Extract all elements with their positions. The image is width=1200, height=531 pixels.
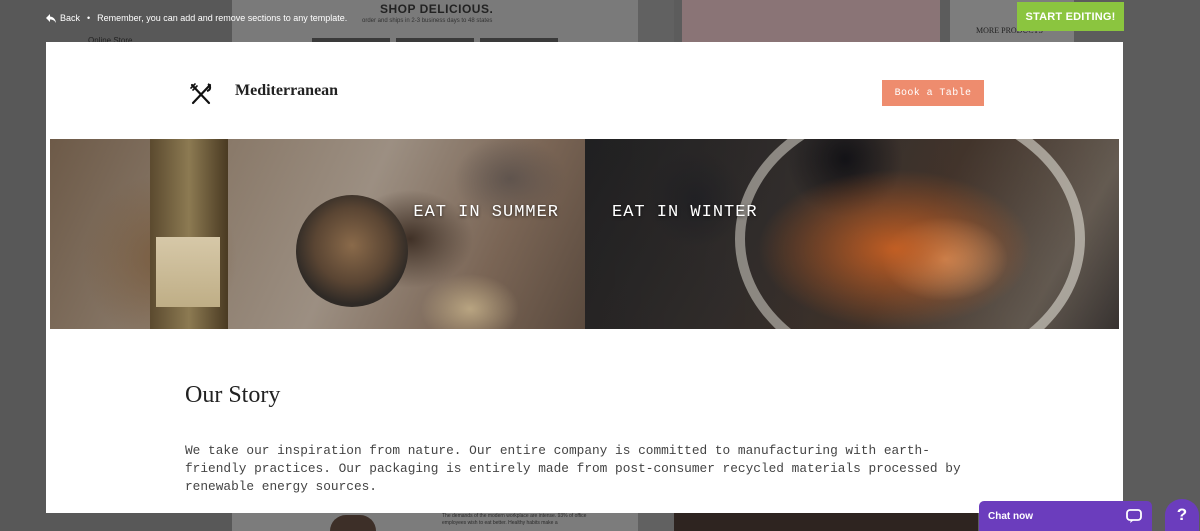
background-bottom-image <box>674 513 978 531</box>
back-button[interactable]: Back <box>46 13 80 23</box>
background-food-plate <box>330 515 376 531</box>
winter-image-shade <box>585 139 1119 329</box>
template-notice: Remember, you can add and remove section… <box>97 13 348 23</box>
story-heading: Our Story <box>185 382 281 408</box>
brand-name[interactable]: Mediterranean <box>235 82 338 100</box>
separator-dot: • <box>87 13 91 23</box>
start-editing-button[interactable]: START EDITING! <box>1017 2 1124 31</box>
hero-gallery: EAT IN SUMMER EAT IN WINTER <box>50 139 1119 329</box>
chat-bubble-icon <box>1126 508 1142 523</box>
summer-panel[interactable]: EAT IN SUMMER <box>50 139 585 329</box>
summer-cup-image <box>296 195 408 307</box>
preview-top-bar: Back • Remember, you can add and remove … <box>46 10 347 26</box>
chat-now-button[interactable]: Chat now <box>979 501 1152 531</box>
chat-label: Chat now <box>988 510 1033 522</box>
back-arrow-icon <box>46 13 56 23</box>
summer-jar-label <box>156 237 220 307</box>
winter-panel[interactable]: EAT IN WINTER <box>585 139 1119 329</box>
summer-panel-title: EAT IN SUMMER <box>413 203 559 222</box>
story-paragraph: We take our inspiration from nature. Our… <box>185 443 961 494</box>
back-label: Back <box>60 13 81 23</box>
background-pink-banner <box>682 0 940 42</box>
background-bottom-section: The demands of the modern workplace are … <box>232 513 638 531</box>
fork-knife-icon[interactable] <box>189 82 213 106</box>
template-preview: Mediterranean Book a Table EAT IN SUMMER… <box>46 42 1123 513</box>
background-shop-subtitle: order and ships in 2-3 business days to … <box>362 18 493 24</box>
help-button[interactable]: ? <box>1165 499 1199 531</box>
background-bottom-text: The demands of the modern workplace are … <box>442 513 587 526</box>
help-icon: ? <box>1176 505 1188 524</box>
winter-panel-title: EAT IN WINTER <box>612 203 758 222</box>
background-shop-title: SHOP DELICIOUS. <box>380 2 494 16</box>
book-a-table-button[interactable]: Book a Table <box>882 80 984 106</box>
